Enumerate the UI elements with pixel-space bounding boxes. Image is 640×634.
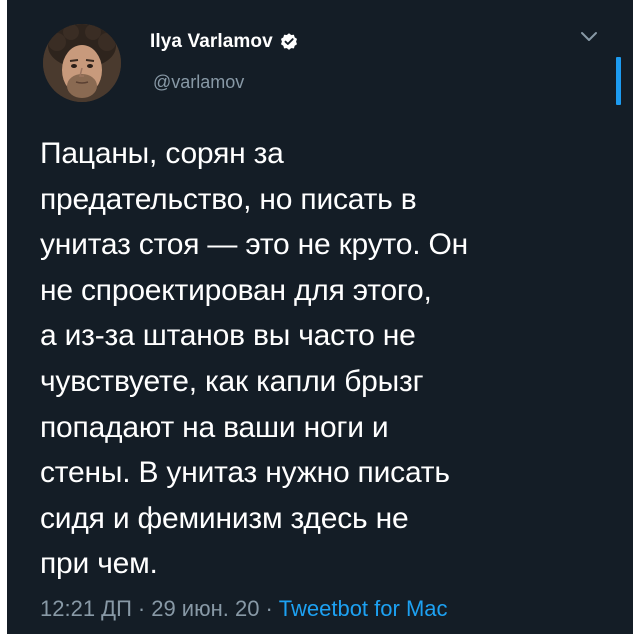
tweet-meta: 12:21 ДП · 29 июн. 20 · Tweetbot for Mac	[40, 596, 448, 622]
name-row: Ilya Varlamov	[150, 30, 299, 54]
tweet-source-link[interactable]: Tweetbot for Mac	[279, 596, 448, 621]
tweet-time: 12:21 ДП	[40, 596, 132, 621]
display-name[interactable]: Ilya Varlamov	[150, 31, 273, 53]
avatar-image	[43, 24, 121, 102]
meta-separator: ·	[265, 596, 273, 621]
avatar[interactable]	[43, 24, 121, 102]
scroll-indicator	[616, 57, 621, 105]
tweet-text: Пацаны, сорян за предательство, но писат…	[40, 137, 468, 581]
verified-badge-icon	[279, 32, 299, 52]
meta-separator: ·	[137, 596, 146, 621]
user-handle[interactable]: @varlamov	[153, 72, 244, 93]
chevron-down-icon[interactable]	[580, 30, 598, 42]
tweet-card: Ilya Varlamov @varlamov Пацаны, сорян за…	[7, 0, 633, 634]
tweet-date[interactable]: 29 июн. 20	[151, 596, 259, 621]
